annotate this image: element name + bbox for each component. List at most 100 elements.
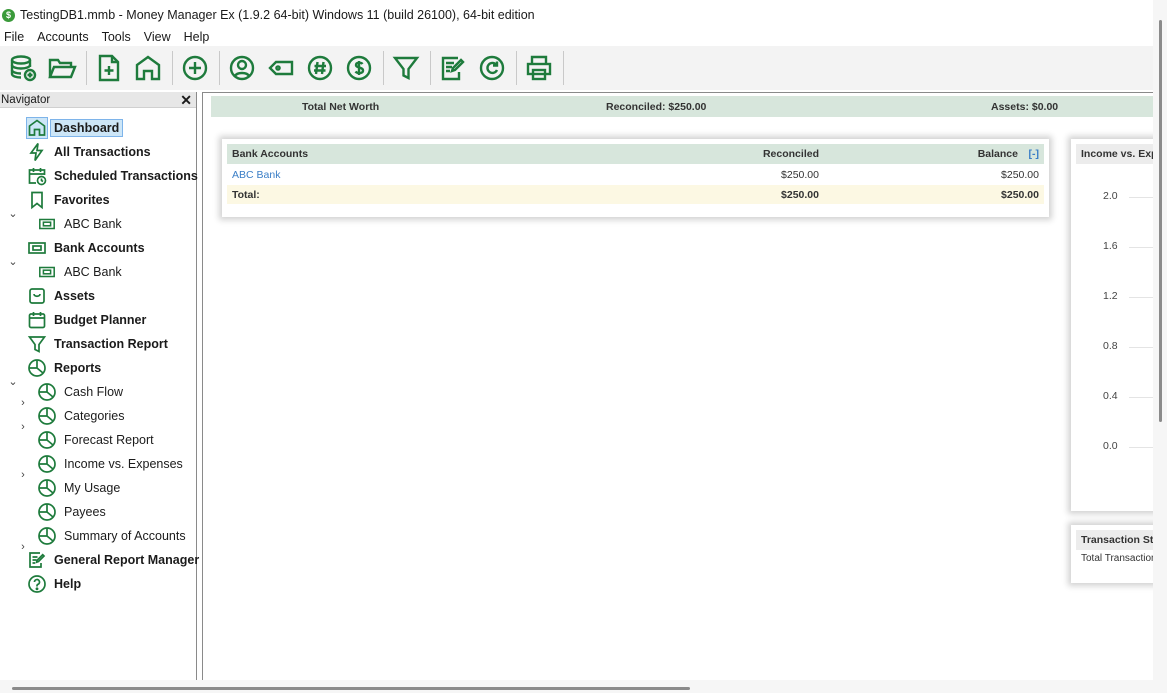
open-database-button[interactable]: [44, 50, 80, 86]
menu-help[interactable]: Help: [180, 30, 214, 44]
nav-item-label: Reports: [54, 361, 102, 375]
nav-favorites[interactable]: Favorites: [26, 189, 110, 211]
menu-accounts[interactable]: Accounts: [33, 30, 92, 44]
nav-assets[interactable]: Assets: [26, 285, 95, 307]
total-reconciled: $250.00: [781, 188, 819, 201]
nav-dashboard[interactable]: Dashboard: [26, 117, 124, 139]
nav-account-abc-bank[interactable]: ABC Bank: [36, 261, 122, 283]
toolbar: [0, 46, 1167, 90]
chevron-down-icon[interactable]: ⌄: [7, 255, 19, 268]
menu-tools[interactable]: Tools: [98, 30, 135, 44]
bank-account-icon: [36, 213, 58, 235]
menu-file[interactable]: File: [0, 30, 28, 44]
nav-report-forecast[interactable]: Forecast Report: [36, 429, 154, 451]
filter-button[interactable]: [388, 50, 424, 86]
nav-help[interactable]: Help: [26, 573, 81, 595]
nav-item-label: General Report Manager: [54, 553, 200, 567]
navigator-header: Navigator ✕: [0, 92, 196, 108]
account-reconciled: $250.00: [781, 168, 819, 181]
nav-scheduled-transactions[interactable]: Scheduled Transactions: [26, 165, 198, 187]
nav-favorite-abc-bank[interactable]: ABC Bank: [36, 213, 122, 235]
total-net-worth-label: Total Net Worth: [302, 100, 380, 113]
horizontal-scrollbar[interactable]: [0, 680, 1167, 693]
nav-item-label: My Usage: [64, 481, 121, 495]
assets-summary: Assets: $0.00: [991, 100, 1059, 113]
payees-button[interactable]: [224, 50, 260, 86]
account-link[interactable]: ABC Bank: [232, 165, 280, 184]
bank-account-icon: [36, 261, 58, 283]
account-balance: $250.00: [1001, 168, 1039, 181]
scrollbar-thumb[interactable]: [1159, 20, 1162, 422]
chevron-down-icon[interactable]: ⌄: [7, 207, 19, 220]
pie-chart-icon: [36, 405, 58, 427]
nav-item-label: Forecast Report: [64, 433, 154, 447]
toolbar-separator: [563, 51, 564, 85]
nav-item-label: Cash Flow: [64, 385, 124, 399]
nav-general-report-manager[interactable]: General Report Manager: [26, 549, 199, 571]
toolbar-separator: [86, 51, 87, 85]
chevron-down-icon[interactable]: ⌄: [7, 375, 19, 388]
nav-report-my-usage[interactable]: My Usage: [36, 477, 120, 499]
nav-all-transactions[interactable]: All Transactions: [26, 141, 151, 163]
calendar-clock-icon: [26, 165, 48, 187]
y-tick-label: 0.4: [1103, 390, 1118, 402]
categories-button[interactable]: [302, 50, 338, 86]
collapse-toggle[interactable]: [-]: [1029, 144, 1040, 164]
help-icon: [26, 573, 48, 595]
nav-report-income-vs-expenses[interactable]: Income vs. Expenses: [36, 453, 183, 475]
toolbar-separator: [430, 51, 431, 85]
vertical-scrollbar[interactable]: [1153, 0, 1167, 693]
toolbar-separator: [219, 51, 220, 85]
nav-item-label: Help: [54, 577, 82, 591]
nav-reports[interactable]: Reports: [26, 357, 101, 379]
new-database-button[interactable]: [5, 50, 41, 86]
edit-report-icon: [26, 549, 48, 571]
new-transaction-button[interactable]: [177, 50, 213, 86]
menu-view[interactable]: View: [140, 30, 175, 44]
nav-bank-accounts[interactable]: Bank Accounts: [26, 237, 145, 259]
new-transaction-icon: [182, 55, 208, 81]
bank-account-icon: [26, 237, 48, 259]
nav-item-label: Summary of Accounts: [64, 529, 186, 543]
app-logo-icon: $: [2, 8, 15, 22]
chevron-right-icon[interactable]: ›: [17, 469, 29, 481]
nav-transaction-report[interactable]: Transaction Report: [26, 333, 168, 355]
menu-bar: File Accounts Tools View Help: [0, 28, 1167, 46]
close-icon[interactable]: ✕: [180, 93, 192, 107]
column-header-balance: Balance: [977, 148, 1018, 160]
nav-report-payees[interactable]: Payees: [36, 501, 106, 523]
nav-item-label: Transaction Report: [54, 337, 168, 351]
column-header-reconciled: Reconciled: [762, 148, 819, 160]
tag-icon: [268, 60, 294, 76]
total-balance: $250.00: [1001, 188, 1039, 201]
payee-icon: [229, 55, 255, 81]
dashboard-panel: Total Net Worth Reconciled: $250.00 Asse…: [202, 92, 1167, 680]
nav-item-label: Income vs. Expenses: [64, 457, 183, 471]
tags-button[interactable]: [263, 50, 299, 86]
home-button[interactable]: [130, 50, 166, 86]
nav-report-categories[interactable]: Categories: [36, 405, 124, 427]
total-label: Total:: [232, 188, 260, 201]
navigator-panel: Navigator ✕ Dashboard All Transactions S…: [0, 92, 199, 680]
y-tick-label: 1.2: [1103, 290, 1118, 302]
navigator-title: Navigator: [1, 93, 51, 106]
report-manager-button[interactable]: [435, 50, 471, 86]
nav-item-label: Assets: [54, 289, 95, 303]
pie-chart-icon: [36, 477, 58, 499]
nav-budget-planner[interactable]: Budget Planner: [26, 309, 146, 331]
print-button[interactable]: [521, 50, 557, 86]
filter-icon: [392, 56, 420, 80]
new-file-button[interactable]: [91, 50, 127, 86]
nav-report-summary-of-accounts[interactable]: Summary of Accounts: [36, 525, 186, 547]
refresh-button[interactable]: [474, 50, 510, 86]
scrollbar-thumb[interactable]: [12, 687, 690, 690]
stat-row-label: Total Transaction: [1081, 553, 1157, 564]
table-total-row: Total: $250.00 $250.00: [227, 185, 1044, 204]
nav-report-cash-flow[interactable]: Cash Flow: [36, 381, 123, 403]
y-tick-label: 0.8: [1103, 340, 1118, 352]
chevron-right-icon[interactable]: ›: [17, 397, 29, 409]
calendar-icon: [26, 309, 48, 331]
currency-button[interactable]: [341, 50, 377, 86]
chevron-right-icon[interactable]: ›: [17, 421, 29, 433]
nav-item-label: Bank Accounts: [54, 241, 145, 255]
